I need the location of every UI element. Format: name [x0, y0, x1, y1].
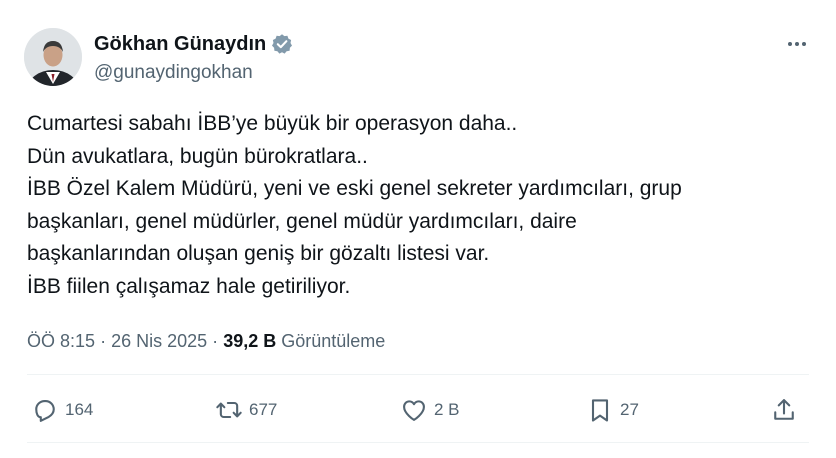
reply-icon: [35, 399, 55, 422]
bookmark-button[interactable]: 27: [586, 390, 639, 430]
reply-button[interactable]: 164: [31, 390, 93, 430]
meta-separator: ·: [212, 331, 219, 351]
views-label: Görüntüleme: [281, 331, 386, 351]
meta-separator: ·: [100, 331, 107, 351]
more-dot: [795, 42, 799, 46]
more-dot: [788, 42, 792, 46]
like-count: 2 B: [434, 400, 460, 419]
retweet-count: 677: [249, 400, 278, 419]
tweet-time[interactable]: ÖÖ 8:15: [27, 331, 95, 351]
author-handle[interactable]: @gunaydingokhan: [94, 62, 253, 84]
share-icon: [774, 399, 794, 420]
bookmark-count: 27: [620, 400, 639, 419]
author-avatar[interactable]: [24, 28, 82, 86]
share-button[interactable]: [770, 390, 798, 430]
like-button[interactable]: 2 B: [400, 390, 460, 430]
tweet-text-line: başkanları, genel müdürler, genel müdür …: [27, 209, 577, 233]
tweet-card: Gökhan Günaydın @gunaydingokhan Cumartes…: [0, 0, 836, 458]
profile-photo-icon: [24, 28, 82, 86]
bookmark-icon: [591, 399, 609, 422]
retweet-button[interactable]: 677: [215, 390, 277, 430]
author-name-row: Gökhan Günaydın: [94, 32, 293, 56]
tweet-text: Cumartesi sabahı İBB’ye büyük bir operas…: [27, 108, 807, 304]
divider: [27, 442, 809, 443]
retweet-icon: [216, 401, 242, 419]
tweet-text-line: Cumartesi sabahı İBB’ye büyük bir operas…: [27, 112, 518, 135]
views-count: 39,2 B: [223, 331, 277, 351]
tweet-text-line: İBB fiilen çalışamaz hale getiriliyor.: [27, 274, 351, 298]
tweet-meta: ÖÖ 8:15 · 26 Nis 2025 · 39,2 B Görüntüle…: [27, 329, 385, 353]
more-options-icon[interactable]: [784, 34, 810, 54]
tweet-text-line: Dün avukatlara, bugün bürokratlara..: [27, 144, 368, 168]
tweet-text-line: İBB Özel Kalem Müdürü, yeni ve eski gene…: [27, 177, 682, 201]
more-dot: [802, 42, 806, 46]
reply-count: 164: [65, 400, 94, 419]
tweet-text-line: başkanlarından oluşan geniş bir gözaltı …: [27, 242, 490, 266]
action-bar: 164 677 2 B 27: [27, 390, 809, 430]
heart-icon: [403, 400, 425, 421]
divider: [27, 374, 809, 375]
verified-badge-icon[interactable]: [271, 33, 293, 55]
author-display-name[interactable]: Gökhan Günaydın: [94, 32, 266, 56]
tweet-date[interactable]: 26 Nis 2025: [111, 331, 207, 351]
